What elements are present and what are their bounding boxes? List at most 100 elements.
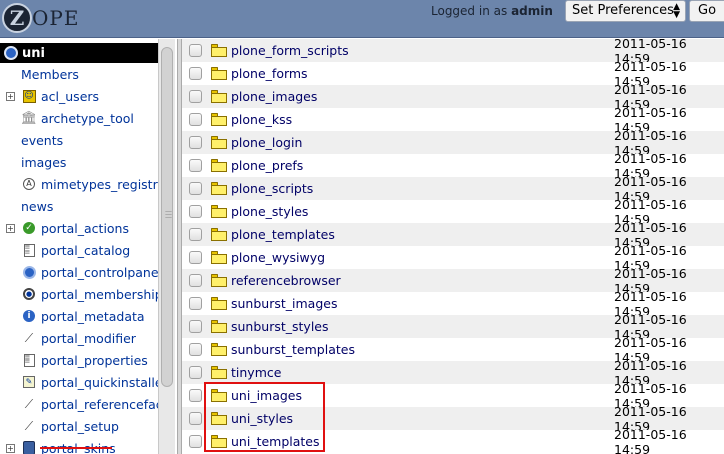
folder-icon: [211, 205, 227, 218]
row-checkbox[interactable]: [189, 389, 202, 402]
row-checkbox[interactable]: [189, 366, 202, 379]
row-checkbox[interactable]: [189, 205, 202, 218]
tree-item-portal-properties[interactable]: ≡ ≡ portal_properties: [21, 350, 148, 370]
tree-item-label: portal_controlpanel: [41, 264, 163, 280]
go-button[interactable]: Go: [689, 0, 724, 22]
tree-item-label: acl_users: [41, 88, 100, 104]
tree-item-portal-referencefacto[interactable]: ⟋ portal_referencefacto: [21, 394, 175, 414]
row-checkbox[interactable]: [189, 136, 202, 149]
folder-link[interactable]: plone_images: [231, 89, 317, 104]
tree-item-portal-quickinstaller[interactable]: ✎ portal_quickinstaller: [21, 372, 168, 392]
row-checkbox[interactable]: [189, 435, 202, 448]
folder-link[interactable]: tinymce: [231, 365, 281, 380]
folder-icon: [211, 136, 227, 149]
folder-icon: [211, 297, 227, 310]
controlpanel-icon: [21, 264, 37, 280]
tree-item-label: portal_quickinstaller: [41, 374, 168, 390]
folder-link[interactable]: sunburst_styles: [231, 319, 329, 334]
select-arrows-icon: ▲ ▼: [673, 2, 680, 20]
expand-icon[interactable]: +: [6, 223, 15, 233]
catalog-icon: ≡ ≡: [21, 242, 37, 258]
tree-item-images[interactable]: images: [21, 152, 66, 172]
tree-item-Members[interactable]: Members: [21, 64, 79, 84]
tree-item-mimetypes-registry[interactable]: Amimetypes_registry: [21, 174, 165, 194]
navigation-tree: uni Members + ☺ acl_users 🏛 archetype_tooleve…: [0, 39, 177, 454]
tree-item-portal-modifier[interactable]: ⟋ portal_modifier: [21, 328, 136, 348]
row-checkbox[interactable]: [189, 159, 202, 172]
tree-item-portal-metadata[interactable]: i portal_metadata: [21, 306, 145, 326]
tree-item-portal-skins[interactable]: + portal_skins: [6, 438, 116, 454]
folder-icon: [211, 228, 227, 241]
folder-icon: [211, 90, 227, 103]
tree-item-label: portal_referencefacto: [41, 396, 176, 412]
tree-item-label: portal_membership: [41, 286, 163, 302]
tree-item-portal-setup[interactable]: ⟋ portal_setup: [21, 416, 119, 436]
row-checkbox[interactable]: [189, 90, 202, 103]
row-checkbox[interactable]: [189, 320, 202, 333]
tree-item-label: images: [21, 154, 67, 170]
properties-icon: ≡ ≡: [21, 352, 37, 368]
row-checkbox[interactable]: [189, 343, 202, 356]
tree-root-label: uni: [22, 45, 45, 61]
tree-item-portal-actions[interactable]: + ✓ portal_actions: [6, 218, 129, 238]
folder-link[interactable]: plone_form_scripts: [231, 43, 349, 58]
folder-link[interactable]: plone_prefs: [231, 158, 303, 173]
row-checkbox[interactable]: [189, 182, 202, 195]
expand-icon[interactable]: +: [6, 443, 15, 453]
folder-icon: [211, 251, 227, 264]
tree-item-acl-users[interactable]: + ☺ acl_users: [6, 86, 100, 106]
row-checkbox[interactable]: [189, 44, 202, 57]
tree-item-label: portal_modifier: [41, 330, 136, 346]
folder-icon: [211, 44, 227, 57]
folder-link[interactable]: referencebrowser: [231, 273, 341, 288]
folder-icon: [211, 113, 227, 126]
folder-link[interactable]: sunburst_templates: [231, 342, 355, 357]
preferences-select[interactable]: Set Preferences ▲ ▼: [565, 0, 686, 22]
folder-icon: [211, 159, 227, 172]
folder-link[interactable]: plone_forms: [231, 66, 308, 81]
folder-link[interactable]: plone_login: [231, 135, 302, 150]
folder-link[interactable]: plone_kss: [231, 112, 292, 127]
row-checkbox[interactable]: [189, 251, 202, 264]
tree-item-label: portal_metadata: [41, 308, 145, 324]
site-root-icon: [4, 46, 18, 60]
folder-link[interactable]: plone_templates: [231, 227, 335, 242]
tree-item-portal-controlpanel[interactable]: portal_controlpanel: [21, 262, 162, 282]
membership-icon: ●: [21, 286, 37, 302]
folder-link[interactable]: plone_scripts: [231, 181, 313, 196]
tree-item-news[interactable]: news: [21, 196, 53, 216]
row-checkbox[interactable]: [189, 274, 202, 287]
row-checkbox[interactable]: [189, 67, 202, 80]
checkmark-icon: ✓: [21, 220, 37, 236]
tree-item-label: portal_actions: [41, 220, 129, 236]
row-checkbox[interactable]: [189, 113, 202, 126]
folder-icon: [211, 320, 227, 333]
wrench-icon: ⟋: [24, 418, 34, 433]
tree-item-label: Members: [21, 66, 79, 82]
tree-item-label: news: [21, 198, 54, 214]
tree-root-uni[interactable]: uni: [0, 43, 158, 63]
expand-icon[interactable]: +: [6, 91, 15, 101]
row-checkbox[interactable]: [189, 228, 202, 241]
tree-item-label: portal_properties: [41, 352, 148, 368]
row-checkbox[interactable]: [189, 297, 202, 310]
tree-item-label: portal_catalog: [41, 242, 131, 258]
zope-logo-text: OPE: [32, 6, 80, 30]
tree-item-events[interactable]: events: [21, 130, 63, 150]
folder-link[interactable]: plone_wysiwyg: [231, 250, 325, 265]
folder-link[interactable]: sunburst_images: [231, 296, 337, 311]
tree-item-label: events: [21, 132, 64, 148]
tree-item-archetype-tool[interactable]: 🏛 archetype_tool: [21, 108, 134, 128]
tree-item-label: mimetypes_registry: [41, 176, 166, 192]
folder-link[interactable]: plone_styles: [231, 204, 308, 219]
folder-icon: [211, 182, 227, 195]
tree-scrollbar-thumb[interactable]: — — —: [161, 47, 173, 387]
scroll-grip-icon: — — —: [165, 207, 172, 221]
tree-item-portal-catalog[interactable]: ≡ ≡ portal_catalog: [21, 240, 130, 260]
tool-building-icon: 🏛: [20, 110, 38, 126]
tree-item-portal-membership[interactable]: ● portal_membership: [21, 284, 163, 304]
tree-scrollbar[interactable]: — — —: [158, 39, 175, 454]
row-checkbox[interactable]: [189, 412, 202, 425]
zope-logo[interactable]: Z OPE: [2, 3, 79, 33]
info-icon: i: [21, 308, 37, 324]
